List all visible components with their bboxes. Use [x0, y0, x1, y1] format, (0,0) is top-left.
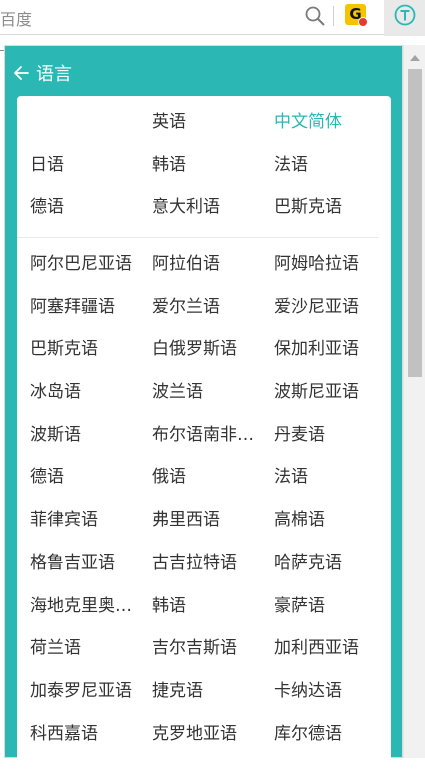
- language-option[interactable]: 丹麦语: [274, 420, 391, 463]
- scroll-thumb[interactable]: [408, 69, 422, 377]
- language-option[interactable]: 加利西亚语: [274, 633, 391, 676]
- language-option-selected[interactable]: 中文简体: [274, 107, 391, 150]
- language-option[interactable]: 阿拉伯语: [152, 249, 274, 292]
- popup-title: 语言: [36, 64, 72, 85]
- language-option[interactable]: 英语: [152, 107, 274, 150]
- language-option[interactable]: 德语: [30, 192, 152, 235]
- language-option[interactable]: 库尔德语: [274, 719, 391, 762]
- language-option[interactable]: 高棉语: [274, 505, 391, 548]
- language-option[interactable]: 菲律宾语: [30, 505, 152, 548]
- language-option[interactable]: 韩语: [152, 150, 274, 193]
- language-option[interactable]: 冰岛语: [30, 377, 152, 420]
- language-option[interactable]: 波斯尼亚语: [274, 377, 391, 420]
- language-option[interactable]: 法语: [274, 462, 391, 505]
- language-option[interactable]: 格鲁吉亚语: [30, 548, 152, 591]
- translate-extension-button[interactable]: [384, 0, 425, 36]
- language-option: [30, 107, 152, 150]
- language-option[interactable]: 阿塞拜疆语: [30, 292, 152, 335]
- language-option[interactable]: 波兰语: [152, 377, 274, 420]
- language-option[interactable]: 海地克里奥…: [30, 591, 152, 634]
- scrollbar[interactable]: [403, 45, 425, 758]
- language-option[interactable]: 意大利语: [152, 192, 274, 235]
- language-option[interactable]: 哈萨克语: [274, 548, 391, 591]
- scroll-up-arrow-icon[interactable]: [410, 55, 420, 61]
- language-option[interactable]: 荷兰语: [30, 633, 152, 676]
- language-option[interactable]: 巴斯克语: [30, 334, 152, 377]
- language-option[interactable]: 俄语: [152, 462, 274, 505]
- language-option[interactable]: 克罗地亚语: [152, 719, 274, 762]
- language-option[interactable]: 韩语: [152, 591, 274, 634]
- language-option[interactable]: 爱沙尼亚语: [274, 292, 391, 335]
- notification-dot-icon: [358, 17, 368, 27]
- back-button[interactable]: 语言: [12, 60, 72, 86]
- translate-extension-icon: [394, 4, 416, 26]
- language-option[interactable]: 巴斯克语: [274, 192, 391, 235]
- language-option[interactable]: 捷克语: [152, 676, 274, 719]
- language-option[interactable]: 阿尔巴尼亚语: [30, 249, 152, 292]
- language-option[interactable]: 弗里西语: [152, 505, 274, 548]
- language-option[interactable]: 豪萨语: [274, 591, 391, 634]
- language-option[interactable]: 法语: [274, 150, 391, 193]
- search-icon[interactable]: [304, 5, 326, 27]
- language-option[interactable]: 日语: [30, 150, 152, 193]
- language-option[interactable]: 卡纳达语: [274, 676, 391, 719]
- language-option[interactable]: 保加利亚语: [274, 334, 391, 377]
- browser-toolbar: 百度 G: [0, 0, 425, 36]
- arrow-left-icon: [14, 66, 29, 80]
- language-option[interactable]: 白俄罗斯语: [152, 334, 274, 377]
- language-option[interactable]: 古吉拉特语: [152, 548, 274, 591]
- common-languages-grid: 英语 中文简体日语 韩语 法语德语 意大利语 巴斯克语: [30, 107, 391, 235]
- language-option[interactable]: 波斯语: [30, 420, 152, 463]
- language-option[interactable]: 爱尔兰语: [152, 292, 274, 335]
- language-option[interactable]: 阿姆哈拉语: [274, 249, 391, 292]
- all-languages-grid: 阿尔巴尼亚语 阿拉伯语 阿姆哈拉语阿塞拜疆语 爱尔兰语 爱沙尼亚语巴斯克语 白俄罗斯语 保加…: [30, 249, 391, 761]
- language-option[interactable]: 吉尔吉斯语: [152, 633, 274, 676]
- address-bar-text[interactable]: 百度: [0, 6, 32, 30]
- toolbar-divider: [333, 6, 334, 26]
- language-option[interactable]: 德语: [30, 462, 152, 505]
- language-option[interactable]: 科西嘉语: [30, 719, 152, 762]
- language-card: 英语 中文简体 日语 韩语 法语 德语 意大利语 巴斯克语 阿尔巴尼亚语 阿拉伯语 阿姆哈拉语 阿塞…: [17, 96, 391, 776]
- grammarly-extension-icon[interactable]: G: [345, 4, 368, 27]
- language-option[interactable]: 加泰罗尼亚语: [30, 676, 152, 719]
- section-divider: [17, 237, 379, 238]
- language-option[interactable]: 布尔语南非…: [152, 420, 274, 463]
